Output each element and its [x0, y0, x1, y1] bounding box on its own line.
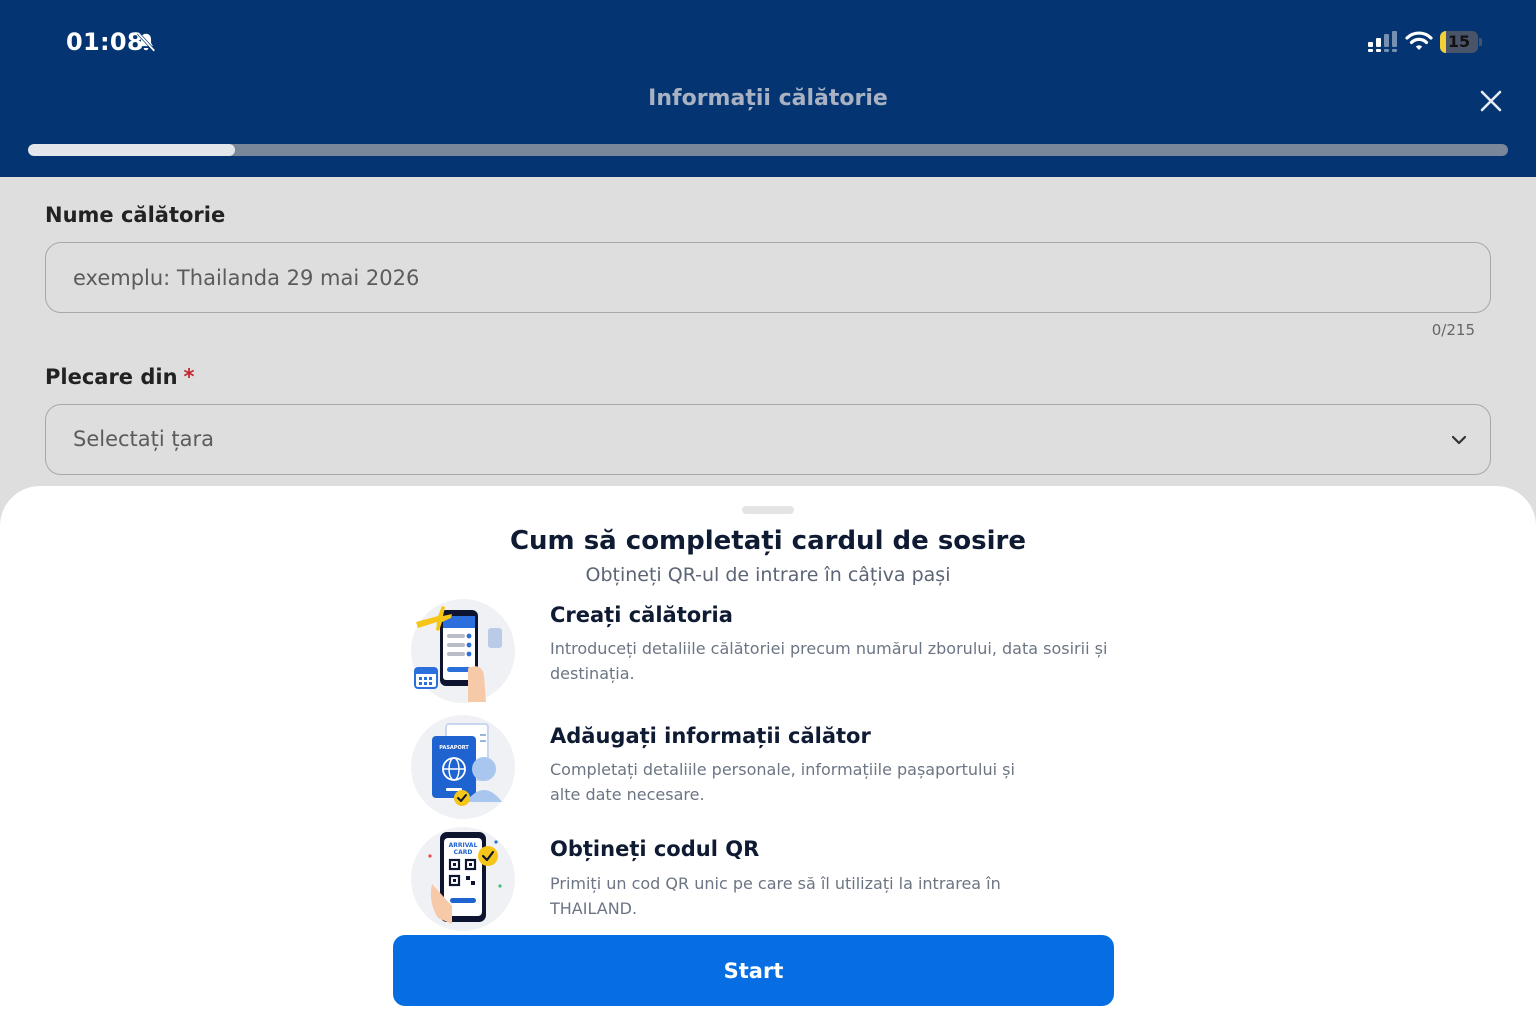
start-button[interactable]: Start — [393, 935, 1114, 1006]
battery-level: 15 — [1447, 32, 1471, 51]
departure-country-select[interactable]: Selectați țara — [45, 404, 1491, 475]
departure-label: Plecare din * — [45, 365, 195, 389]
chevron-down-icon — [1451, 435, 1467, 445]
arrival-card-text-1: ARRIVAL — [449, 842, 478, 849]
progress-bar — [28, 144, 1508, 156]
step-desc-add-traveler: Completați detaliile personale, informaț… — [550, 760, 1015, 804]
trip-name-label: Nume călătorie — [45, 203, 226, 227]
departure-select-placeholder: Selectați țara — [73, 427, 215, 451]
close-button[interactable] — [1474, 84, 1508, 118]
step-title-get-qr: Obțineți codul QR — [550, 837, 760, 861]
step-title-create-trip: Creați călătoria — [550, 603, 733, 627]
sheet-title: Cum să completați cardul de sosire — [509, 526, 1027, 556]
signal-icon — [1368, 31, 1397, 52]
battery-tip — [1479, 38, 1482, 46]
trip-name-input[interactable] — [45, 242, 1491, 313]
bottom-sheet: Cum să completați cardul de sosire Obțin… — [0, 486, 1536, 1024]
phone-checklist-icon — [411, 599, 515, 703]
qr-phone-icon: ARRIVAL CARD — [411, 827, 515, 931]
drag-handle[interactable] — [742, 506, 794, 514]
step-desc-get-qr: Primiți un cod QR unic pe care să îl uti… — [550, 874, 1001, 918]
app-header: 01:08 15 Informații călătorie — [0, 0, 1536, 177]
character-counter: 0/215 — [1431, 321, 1475, 339]
bell-slash-icon — [137, 32, 156, 52]
passport-icon: PASAPORT — [411, 715, 515, 819]
wifi-icon — [1405, 31, 1433, 50]
required-mark: * — [183, 365, 195, 389]
arrival-card-text-2: CARD — [454, 849, 473, 856]
status-time: 01:08 — [66, 28, 144, 56]
sheet-subtitle: Obțineți QR-ul de intrare în câțiva pași — [585, 564, 951, 586]
passport-icon-text: PASAPORT — [439, 745, 469, 751]
battery-body: 15 — [1440, 31, 1478, 53]
progress-fill — [28, 144, 236, 156]
page-title: Informații călătorie — [648, 86, 888, 111]
step-title-add-traveler: Adăugați informații călător — [550, 724, 871, 748]
step-desc-create-trip: Introduceți detaliile călătoriei precum … — [550, 639, 1108, 683]
battery-icon: 15 — [1440, 31, 1482, 53]
departure-label-text: Plecare din — [45, 365, 178, 389]
close-icon — [1480, 90, 1502, 112]
